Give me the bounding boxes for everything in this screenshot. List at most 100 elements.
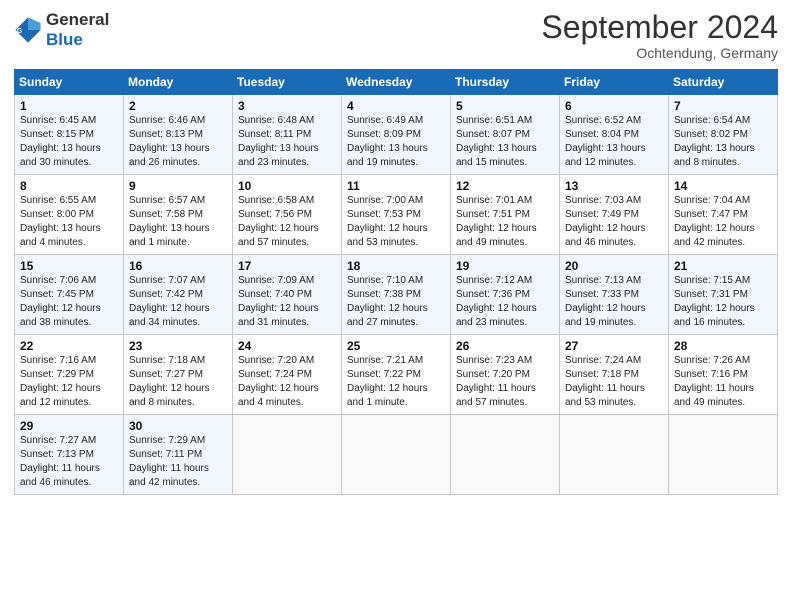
- logo-icon: G: [14, 16, 42, 44]
- day-number: 13: [565, 179, 663, 193]
- calendar-cell-31: [233, 415, 342, 495]
- day-detail: Sunrise: 7:01 AM Sunset: 7:51 PM Dayligh…: [456, 194, 554, 250]
- day-detail: Sunrise: 7:00 AM Sunset: 7:53 PM Dayligh…: [347, 194, 445, 250]
- calendar-cell-26: 26Sunrise: 7:23 AM Sunset: 7:20 PM Dayli…: [451, 335, 560, 415]
- col-header-wednesday: Wednesday: [342, 70, 451, 95]
- calendar-cell-3: 3Sunrise: 6:48 AM Sunset: 8:11 PM Daylig…: [233, 95, 342, 175]
- day-number: 24: [238, 339, 336, 353]
- calendar-cell-13: 13Sunrise: 7:03 AM Sunset: 7:49 PM Dayli…: [560, 175, 669, 255]
- day-number: 9: [129, 179, 227, 193]
- day-detail: Sunrise: 7:04 AM Sunset: 7:47 PM Dayligh…: [674, 194, 772, 250]
- col-header-friday: Friday: [560, 70, 669, 95]
- header-row: SundayMondayTuesdayWednesdayThursdayFrid…: [15, 70, 778, 95]
- page-container: G General Blue September 2024 Ochtendung…: [0, 0, 792, 505]
- day-number: 1: [20, 99, 118, 113]
- calendar-cell-11: 11Sunrise: 7:00 AM Sunset: 7:53 PM Dayli…: [342, 175, 451, 255]
- day-number: 10: [238, 179, 336, 193]
- day-number: 2: [129, 99, 227, 113]
- calendar-cell-35: [669, 415, 778, 495]
- day-detail: Sunrise: 7:07 AM Sunset: 7:42 PM Dayligh…: [129, 274, 227, 330]
- day-number: 20: [565, 259, 663, 273]
- day-number: 17: [238, 259, 336, 273]
- calendar-cell-28: 28Sunrise: 7:26 AM Sunset: 7:16 PM Dayli…: [669, 335, 778, 415]
- day-detail: Sunrise: 6:45 AM Sunset: 8:15 PM Dayligh…: [20, 114, 118, 170]
- calendar-cell-17: 17Sunrise: 7:09 AM Sunset: 7:40 PM Dayli…: [233, 255, 342, 335]
- col-header-tuesday: Tuesday: [233, 70, 342, 95]
- logo-text: General Blue: [46, 10, 109, 49]
- calendar-cell-33: [451, 415, 560, 495]
- day-detail: Sunrise: 6:48 AM Sunset: 8:11 PM Dayligh…: [238, 114, 336, 170]
- calendar-cell-21: 21Sunrise: 7:15 AM Sunset: 7:31 PM Dayli…: [669, 255, 778, 335]
- day-detail: Sunrise: 7:12 AM Sunset: 7:36 PM Dayligh…: [456, 274, 554, 330]
- calendar-cell-7: 7Sunrise: 6:54 AM Sunset: 8:02 PM Daylig…: [669, 95, 778, 175]
- day-number: 25: [347, 339, 445, 353]
- day-number: 28: [674, 339, 772, 353]
- day-number: 29: [20, 419, 118, 433]
- day-detail: Sunrise: 6:54 AM Sunset: 8:02 PM Dayligh…: [674, 114, 772, 170]
- location: Ochtendung, Germany: [541, 45, 778, 61]
- calendar-cell-27: 27Sunrise: 7:24 AM Sunset: 7:18 PM Dayli…: [560, 335, 669, 415]
- calendar-cell-16: 16Sunrise: 7:07 AM Sunset: 7:42 PM Dayli…: [124, 255, 233, 335]
- logo-general: General: [46, 10, 109, 29]
- calendar-week-1: 1Sunrise: 6:45 AM Sunset: 8:15 PM Daylig…: [15, 95, 778, 175]
- calendar-cell-4: 4Sunrise: 6:49 AM Sunset: 8:09 PM Daylig…: [342, 95, 451, 175]
- day-detail: Sunrise: 6:58 AM Sunset: 7:56 PM Dayligh…: [238, 194, 336, 250]
- day-detail: Sunrise: 7:15 AM Sunset: 7:31 PM Dayligh…: [674, 274, 772, 330]
- day-detail: Sunrise: 6:55 AM Sunset: 8:00 PM Dayligh…: [20, 194, 118, 250]
- day-number: 5: [456, 99, 554, 113]
- logo-blue: Blue: [46, 30, 83, 49]
- day-number: 14: [674, 179, 772, 193]
- day-number: 7: [674, 99, 772, 113]
- calendar-week-3: 15Sunrise: 7:06 AM Sunset: 7:45 PM Dayli…: [15, 255, 778, 335]
- day-detail: Sunrise: 6:57 AM Sunset: 7:58 PM Dayligh…: [129, 194, 227, 250]
- calendar-week-2: 8Sunrise: 6:55 AM Sunset: 8:00 PM Daylig…: [15, 175, 778, 255]
- calendar-cell-19: 19Sunrise: 7:12 AM Sunset: 7:36 PM Dayli…: [451, 255, 560, 335]
- day-detail: Sunrise: 7:20 AM Sunset: 7:24 PM Dayligh…: [238, 354, 336, 410]
- calendar-cell-25: 25Sunrise: 7:21 AM Sunset: 7:22 PM Dayli…: [342, 335, 451, 415]
- day-number: 11: [347, 179, 445, 193]
- calendar-cell-24: 24Sunrise: 7:20 AM Sunset: 7:24 PM Dayli…: [233, 335, 342, 415]
- calendar-cell-18: 18Sunrise: 7:10 AM Sunset: 7:38 PM Dayli…: [342, 255, 451, 335]
- day-number: 16: [129, 259, 227, 273]
- col-header-thursday: Thursday: [451, 70, 560, 95]
- calendar-cell-10: 10Sunrise: 6:58 AM Sunset: 7:56 PM Dayli…: [233, 175, 342, 255]
- calendar-cell-29: 29Sunrise: 7:27 AM Sunset: 7:13 PM Dayli…: [15, 415, 124, 495]
- day-number: 27: [565, 339, 663, 353]
- day-detail: Sunrise: 6:49 AM Sunset: 8:09 PM Dayligh…: [347, 114, 445, 170]
- day-detail: Sunrise: 7:23 AM Sunset: 7:20 PM Dayligh…: [456, 354, 554, 410]
- day-number: 8: [20, 179, 118, 193]
- calendar-cell-9: 9Sunrise: 6:57 AM Sunset: 7:58 PM Daylig…: [124, 175, 233, 255]
- day-number: 6: [565, 99, 663, 113]
- calendar-cell-32: [342, 415, 451, 495]
- calendar-cell-8: 8Sunrise: 6:55 AM Sunset: 8:00 PM Daylig…: [15, 175, 124, 255]
- day-detail: Sunrise: 7:26 AM Sunset: 7:16 PM Dayligh…: [674, 354, 772, 410]
- col-header-sunday: Sunday: [15, 70, 124, 95]
- day-detail: Sunrise: 6:46 AM Sunset: 8:13 PM Dayligh…: [129, 114, 227, 170]
- calendar-week-5: 29Sunrise: 7:27 AM Sunset: 7:13 PM Dayli…: [15, 415, 778, 495]
- calendar-cell-14: 14Sunrise: 7:04 AM Sunset: 7:47 PM Dayli…: [669, 175, 778, 255]
- calendar-cell-22: 22Sunrise: 7:16 AM Sunset: 7:29 PM Dayli…: [15, 335, 124, 415]
- day-detail: Sunrise: 7:18 AM Sunset: 7:27 PM Dayligh…: [129, 354, 227, 410]
- col-header-monday: Monday: [124, 70, 233, 95]
- day-detail: Sunrise: 7:09 AM Sunset: 7:40 PM Dayligh…: [238, 274, 336, 330]
- day-number: 3: [238, 99, 336, 113]
- day-detail: Sunrise: 7:27 AM Sunset: 7:13 PM Dayligh…: [20, 434, 118, 490]
- day-number: 23: [129, 339, 227, 353]
- calendar-cell-6: 6Sunrise: 6:52 AM Sunset: 8:04 PM Daylig…: [560, 95, 669, 175]
- calendar-cell-15: 15Sunrise: 7:06 AM Sunset: 7:45 PM Dayli…: [15, 255, 124, 335]
- month-title: September 2024: [541, 10, 778, 45]
- calendar-table: SundayMondayTuesdayWednesdayThursdayFrid…: [14, 69, 778, 495]
- calendar-cell-5: 5Sunrise: 6:51 AM Sunset: 8:07 PM Daylig…: [451, 95, 560, 175]
- day-detail: Sunrise: 7:16 AM Sunset: 7:29 PM Dayligh…: [20, 354, 118, 410]
- calendar-cell-1: 1Sunrise: 6:45 AM Sunset: 8:15 PM Daylig…: [15, 95, 124, 175]
- calendar-cell-2: 2Sunrise: 6:46 AM Sunset: 8:13 PM Daylig…: [124, 95, 233, 175]
- day-number: 22: [20, 339, 118, 353]
- day-detail: Sunrise: 7:03 AM Sunset: 7:49 PM Dayligh…: [565, 194, 663, 250]
- day-number: 19: [456, 259, 554, 273]
- day-detail: Sunrise: 6:52 AM Sunset: 8:04 PM Dayligh…: [565, 114, 663, 170]
- day-number: 4: [347, 99, 445, 113]
- day-detail: Sunrise: 7:10 AM Sunset: 7:38 PM Dayligh…: [347, 274, 445, 330]
- svg-text:G: G: [17, 27, 23, 34]
- day-detail: Sunrise: 7:13 AM Sunset: 7:33 PM Dayligh…: [565, 274, 663, 330]
- calendar-cell-23: 23Sunrise: 7:18 AM Sunset: 7:27 PM Dayli…: [124, 335, 233, 415]
